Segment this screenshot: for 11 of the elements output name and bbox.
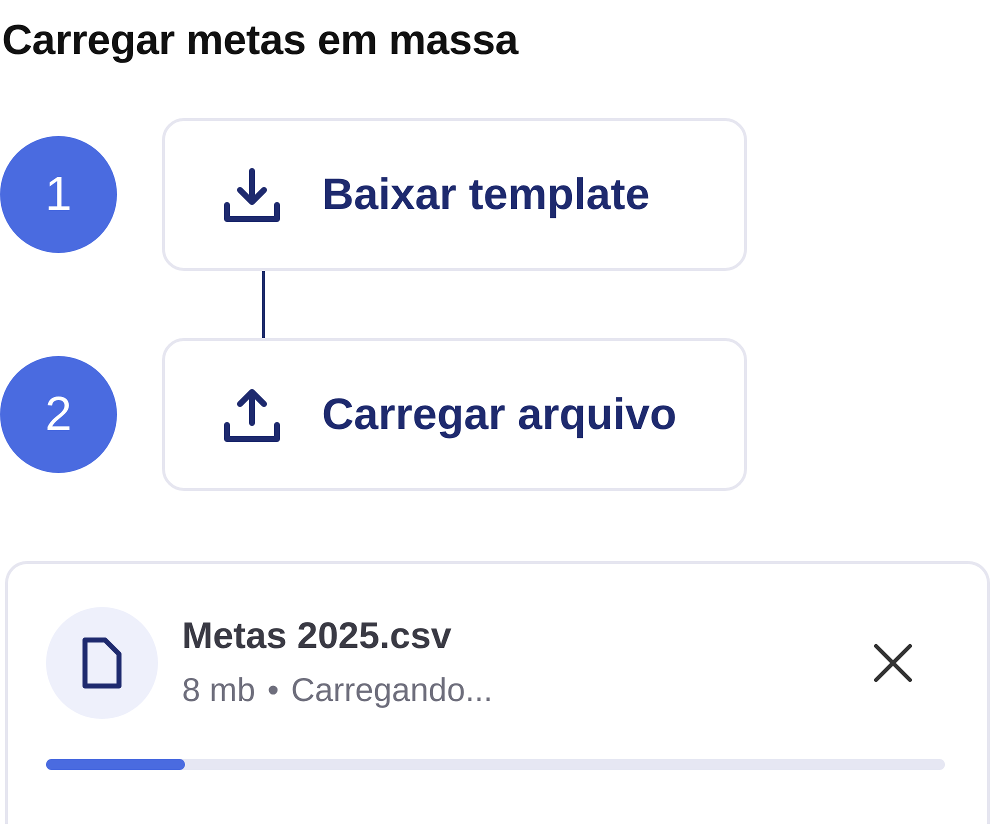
separator-dot: • [267, 671, 279, 709]
download-template-button[interactable]: Baixar template [162, 118, 747, 271]
file-icon [80, 635, 124, 691]
page-title: Carregar metas em massa [2, 15, 520, 65]
file-size: 8 mb [182, 671, 256, 709]
upload-file-button[interactable]: Carregar arquivo [162, 338, 747, 491]
step-number: 2 [0, 356, 117, 473]
file-name: Metas 2025.csv [182, 615, 452, 657]
step-number: 1 [0, 136, 117, 253]
close-icon[interactable] [873, 643, 913, 683]
upload-status: Carregando... [290, 671, 493, 709]
